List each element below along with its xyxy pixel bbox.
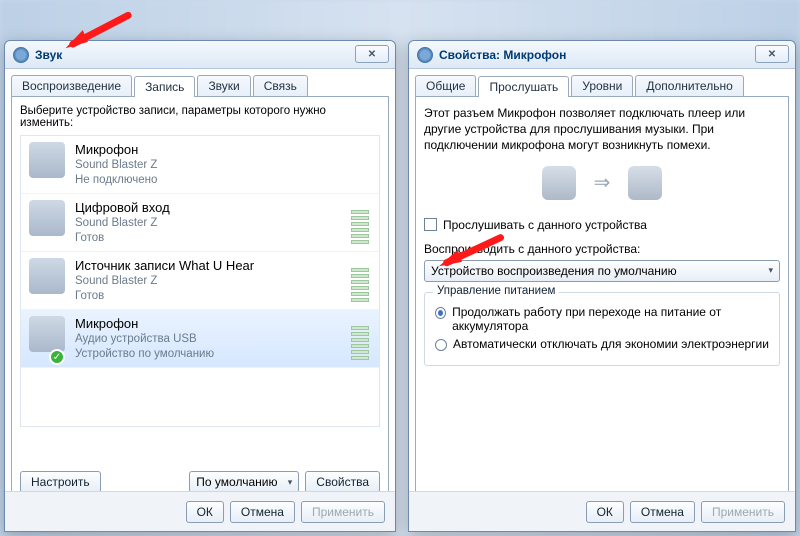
tab-listen[interactable]: Прослушать	[478, 76, 569, 97]
properties-button[interactable]: Свойства	[305, 471, 380, 493]
panel-recording: Выберите устройство записи, параметры ко…	[11, 96, 389, 502]
set-default-button[interactable]: По умолчанию	[189, 471, 299, 493]
window-title: Свойства: Микрофон	[439, 48, 566, 62]
device-sub: Sound Blaster Z	[75, 216, 371, 230]
playback-through-label: Воспроизводить с данного устройства:	[424, 242, 780, 256]
close-icon[interactable]	[355, 45, 389, 63]
titlebar-right[interactable]: Свойства: Микрофон	[409, 41, 795, 69]
tab-general[interactable]: Общие	[415, 75, 476, 96]
tabs-right: Общие Прослушать Уровни Дополнительно	[409, 69, 795, 96]
microphone-icon	[29, 142, 65, 178]
apply-button[interactable]: Применить	[701, 501, 785, 523]
configure-button[interactable]: Настроить	[20, 471, 101, 493]
speaker-icon	[13, 47, 29, 63]
device-list: Микрофон Sound Blaster Z Не подключено Ц…	[20, 135, 380, 427]
device-status: Не подключено	[75, 173, 371, 187]
microphone-icon	[417, 47, 433, 63]
radio-label: Автоматически отключать для экономии эле…	[453, 337, 769, 351]
list-item[interactable]: Микрофон Sound Blaster Z Не подключено	[21, 136, 379, 194]
list-item[interactable]: Цифровой вход Sound Blaster Z Готов	[21, 194, 379, 252]
device-sub: Sound Blaster Z	[75, 158, 371, 172]
microphone-icon	[542, 166, 576, 200]
level-meter-icon	[351, 260, 369, 302]
power-management-group: Управление питанием Продолжать работу пр…	[424, 292, 780, 366]
listen-description: Этот разъем Микрофон позволяет подключат…	[424, 105, 780, 154]
tab-recording[interactable]: Запись	[134, 76, 195, 97]
playback-device-select[interactable]: Устройство воспроизведения по умолчанию	[424, 260, 780, 282]
tab-levels[interactable]: Уровни	[571, 75, 633, 96]
recording-hint: Выберите устройство записи, параметры ко…	[20, 105, 380, 129]
device-status: Устройство по умолчанию	[75, 347, 371, 361]
ok-button[interactable]: ОК	[586, 501, 624, 523]
properties-window: Свойства: Микрофон Общие Прослушать Уров…	[408, 40, 796, 532]
radio-label: Продолжать работу при переходе на питани…	[452, 305, 769, 333]
device-sub: Sound Blaster Z	[75, 274, 371, 288]
speaker-icon	[628, 166, 662, 200]
cancel-button[interactable]: Отмена	[630, 501, 695, 523]
close-icon[interactable]	[755, 45, 789, 63]
window-title: Звук	[35, 48, 62, 62]
level-meter-icon	[351, 202, 369, 244]
device-status: Готов	[75, 289, 371, 303]
ok-button[interactable]: ОК	[186, 501, 224, 523]
tab-sounds[interactable]: Звуки	[197, 75, 250, 96]
arrow-right-icon: ⇒	[594, 170, 611, 195]
signal-diagram: ⇒	[424, 166, 780, 200]
playback-device-value: Устройство воспроизведения по умолчанию	[431, 264, 677, 278]
radio-continue-on-battery[interactable]	[435, 307, 446, 319]
line-in-icon	[29, 200, 65, 236]
listen-checkbox-label: Прослушивать с данного устройства	[443, 218, 647, 232]
tab-communications[interactable]: Связь	[253, 75, 308, 96]
level-meter-icon	[351, 318, 369, 360]
dialog-footer: ОК Отмена Применить	[409, 491, 795, 531]
device-status: Готов	[75, 231, 371, 245]
panel-listen: Этот разъем Микрофон позволяет подключат…	[415, 96, 789, 502]
sound-window: Звук Воспроизведение Запись Звуки Связь …	[4, 40, 396, 532]
device-name: Источник записи What U Hear	[75, 258, 371, 274]
radio-auto-disable[interactable]	[435, 339, 447, 351]
line-in-icon	[29, 258, 65, 294]
tab-playback[interactable]: Воспроизведение	[11, 75, 132, 96]
tabs-left: Воспроизведение Запись Звуки Связь	[5, 69, 395, 96]
dialog-footer: ОК Отмена Применить	[5, 491, 395, 531]
set-default-label: По умолчанию	[196, 475, 277, 489]
device-name: Цифровой вход	[75, 200, 371, 216]
cancel-button[interactable]: Отмена	[230, 501, 295, 523]
list-item[interactable]: Источник записи What U Hear Sound Blaste…	[21, 252, 379, 310]
device-name: Микрофон	[75, 316, 371, 332]
microphone-icon	[29, 316, 65, 352]
device-name: Микрофон	[75, 142, 371, 158]
group-title: Управление питанием	[433, 285, 559, 297]
listen-checkbox[interactable]	[424, 218, 437, 231]
default-check-icon: ✓	[49, 349, 65, 365]
device-sub: Аудио устройства USB	[75, 332, 371, 346]
apply-button[interactable]: Применить	[301, 501, 385, 523]
tab-advanced[interactable]: Дополнительно	[635, 75, 743, 96]
list-item[interactable]: ✓ Микрофон Аудио устройства USB Устройст…	[21, 310, 379, 368]
titlebar-left[interactable]: Звук	[5, 41, 395, 69]
